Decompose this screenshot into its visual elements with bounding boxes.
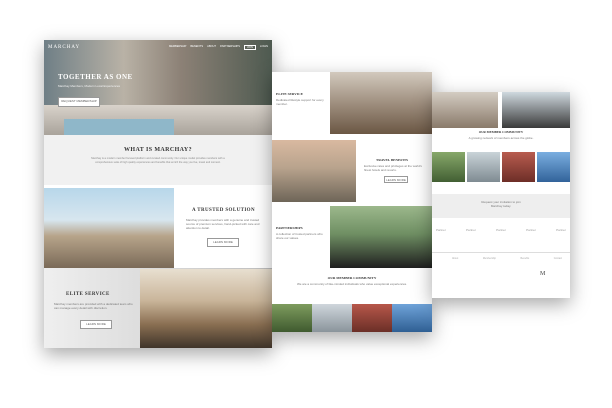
elite-image <box>140 269 272 348</box>
hero-subtitle: Marchay Members, Modern Local Experience… <box>58 84 121 88</box>
nav-login[interactable]: LOGIN <box>260 45 268 50</box>
trusted-learn-more-button[interactable]: LEARN MORE <box>207 238 239 247</box>
cta-band: Request your invitation to join Marchay … <box>432 194 570 218</box>
strip-image <box>272 304 312 332</box>
travel-title: TRAVEL BENEFITS <box>376 158 409 162</box>
partner-logo: Partner <box>466 228 476 232</box>
footer-link[interactable]: Membership <box>483 257 496 260</box>
cta-text: Request your invitation to join Marchay … <box>481 200 521 208</box>
trusted-text: Marchay provides members with a genuine … <box>186 218 260 230</box>
strip-image <box>392 304 432 332</box>
thumbnail <box>537 152 570 182</box>
community-page-mockup: OUR MEMBER COMMUNITY A growing network o… <box>432 92 570 298</box>
partner-logos: Partner Partner Partner Partner Partner <box>436 228 566 232</box>
what-text: Marchay is a modern member focused platf… <box>91 157 225 164</box>
strip-image <box>352 304 392 332</box>
member-community-text: We are a community of like-minded indivi… <box>296 282 407 286</box>
thumbnail <box>432 152 465 182</box>
nav-join[interactable]: JOIN <box>244 45 256 50</box>
footer-links: About Membership Benefits Contact <box>452 257 562 260</box>
p2-elite-text: Dedicated lifestyle support for every me… <box>276 98 324 106</box>
request-membership-button[interactable]: REQUEST MEMBERSHIP <box>58 97 100 107</box>
pool-image <box>64 119 174 135</box>
footer-logo[interactable]: M <box>540 271 545 277</box>
thumbnail <box>467 152 500 182</box>
partner-logo: Partner <box>436 228 446 232</box>
partnerships-text: A collection of trusted partners who sha… <box>276 232 323 240</box>
p3-member-title: OUR MEMBER COMMUNITY <box>478 130 524 134</box>
nav-benefits[interactable]: BENEFITS <box>190 45 203 50</box>
elite-learn-more-button[interactable]: LEARN MORE <box>80 320 112 329</box>
what-is-section: WHAT IS MARCHAY? Marchay is a modern mem… <box>44 135 272 185</box>
top-nav: MEMBERSHIP BENEFITS ABOUT PARTNERSHIPS J… <box>169 45 268 50</box>
homepage-mockup: MARCHAY MEMBERSHIP BENEFITS ABOUT PARTNE… <box>44 40 272 348</box>
partner-logo: Partner <box>526 228 536 232</box>
p3-member-text: A growing network of members across the … <box>468 136 534 140</box>
community-image-strip <box>272 304 432 332</box>
partner-logo: Partner <box>496 228 506 232</box>
footer-link[interactable]: About <box>452 257 458 260</box>
footer-link[interactable]: Benefits <box>521 257 530 260</box>
travel-image <box>272 140 356 202</box>
travel-text: Exclusive rates and privileges at the wo… <box>364 164 422 172</box>
footer: About Membership Benefits Contact M <box>432 252 570 298</box>
partnerships-title: PARTNERSHIPS <box>276 226 303 230</box>
community-thumbnails <box>432 152 570 182</box>
strip-image <box>312 304 352 332</box>
nav-partnerships[interactable]: PARTNERSHIPS <box>220 45 240 50</box>
elite-text: Marchay members are provided with a dedi… <box>54 302 133 310</box>
nav-about[interactable]: ABOUT <box>207 45 216 50</box>
classic-car-image <box>330 206 432 268</box>
elite-service-image <box>330 72 432 134</box>
logo[interactable]: MARCHAY <box>48 45 80 50</box>
elite-title: ELITE SERVICE <box>66 292 110 297</box>
trusted-title: A TRUSTED SOLUTION <box>192 208 255 213</box>
benefits-page-mockup: ELITE SERVICE Dedicated lifestyle suppor… <box>272 72 432 332</box>
partner-logo: Partner <box>556 228 566 232</box>
thumbnail <box>502 152 535 182</box>
travel-learn-more-button[interactable]: LEARN MORE <box>384 176 408 183</box>
car-image <box>502 92 570 128</box>
member-community-title: OUR MEMBER COMMUNITY <box>327 276 377 280</box>
nav-membership[interactable]: MEMBERSHIP <box>169 45 186 50</box>
footer-link[interactable]: Contact <box>554 257 562 260</box>
trusted-image <box>44 188 174 268</box>
terrace-image <box>432 92 498 128</box>
hero-title: TOGETHER AS ONE <box>58 73 133 81</box>
p2-elite-title: ELITE SERVICE <box>276 92 304 96</box>
what-title: WHAT IS MARCHAY? <box>124 147 192 153</box>
